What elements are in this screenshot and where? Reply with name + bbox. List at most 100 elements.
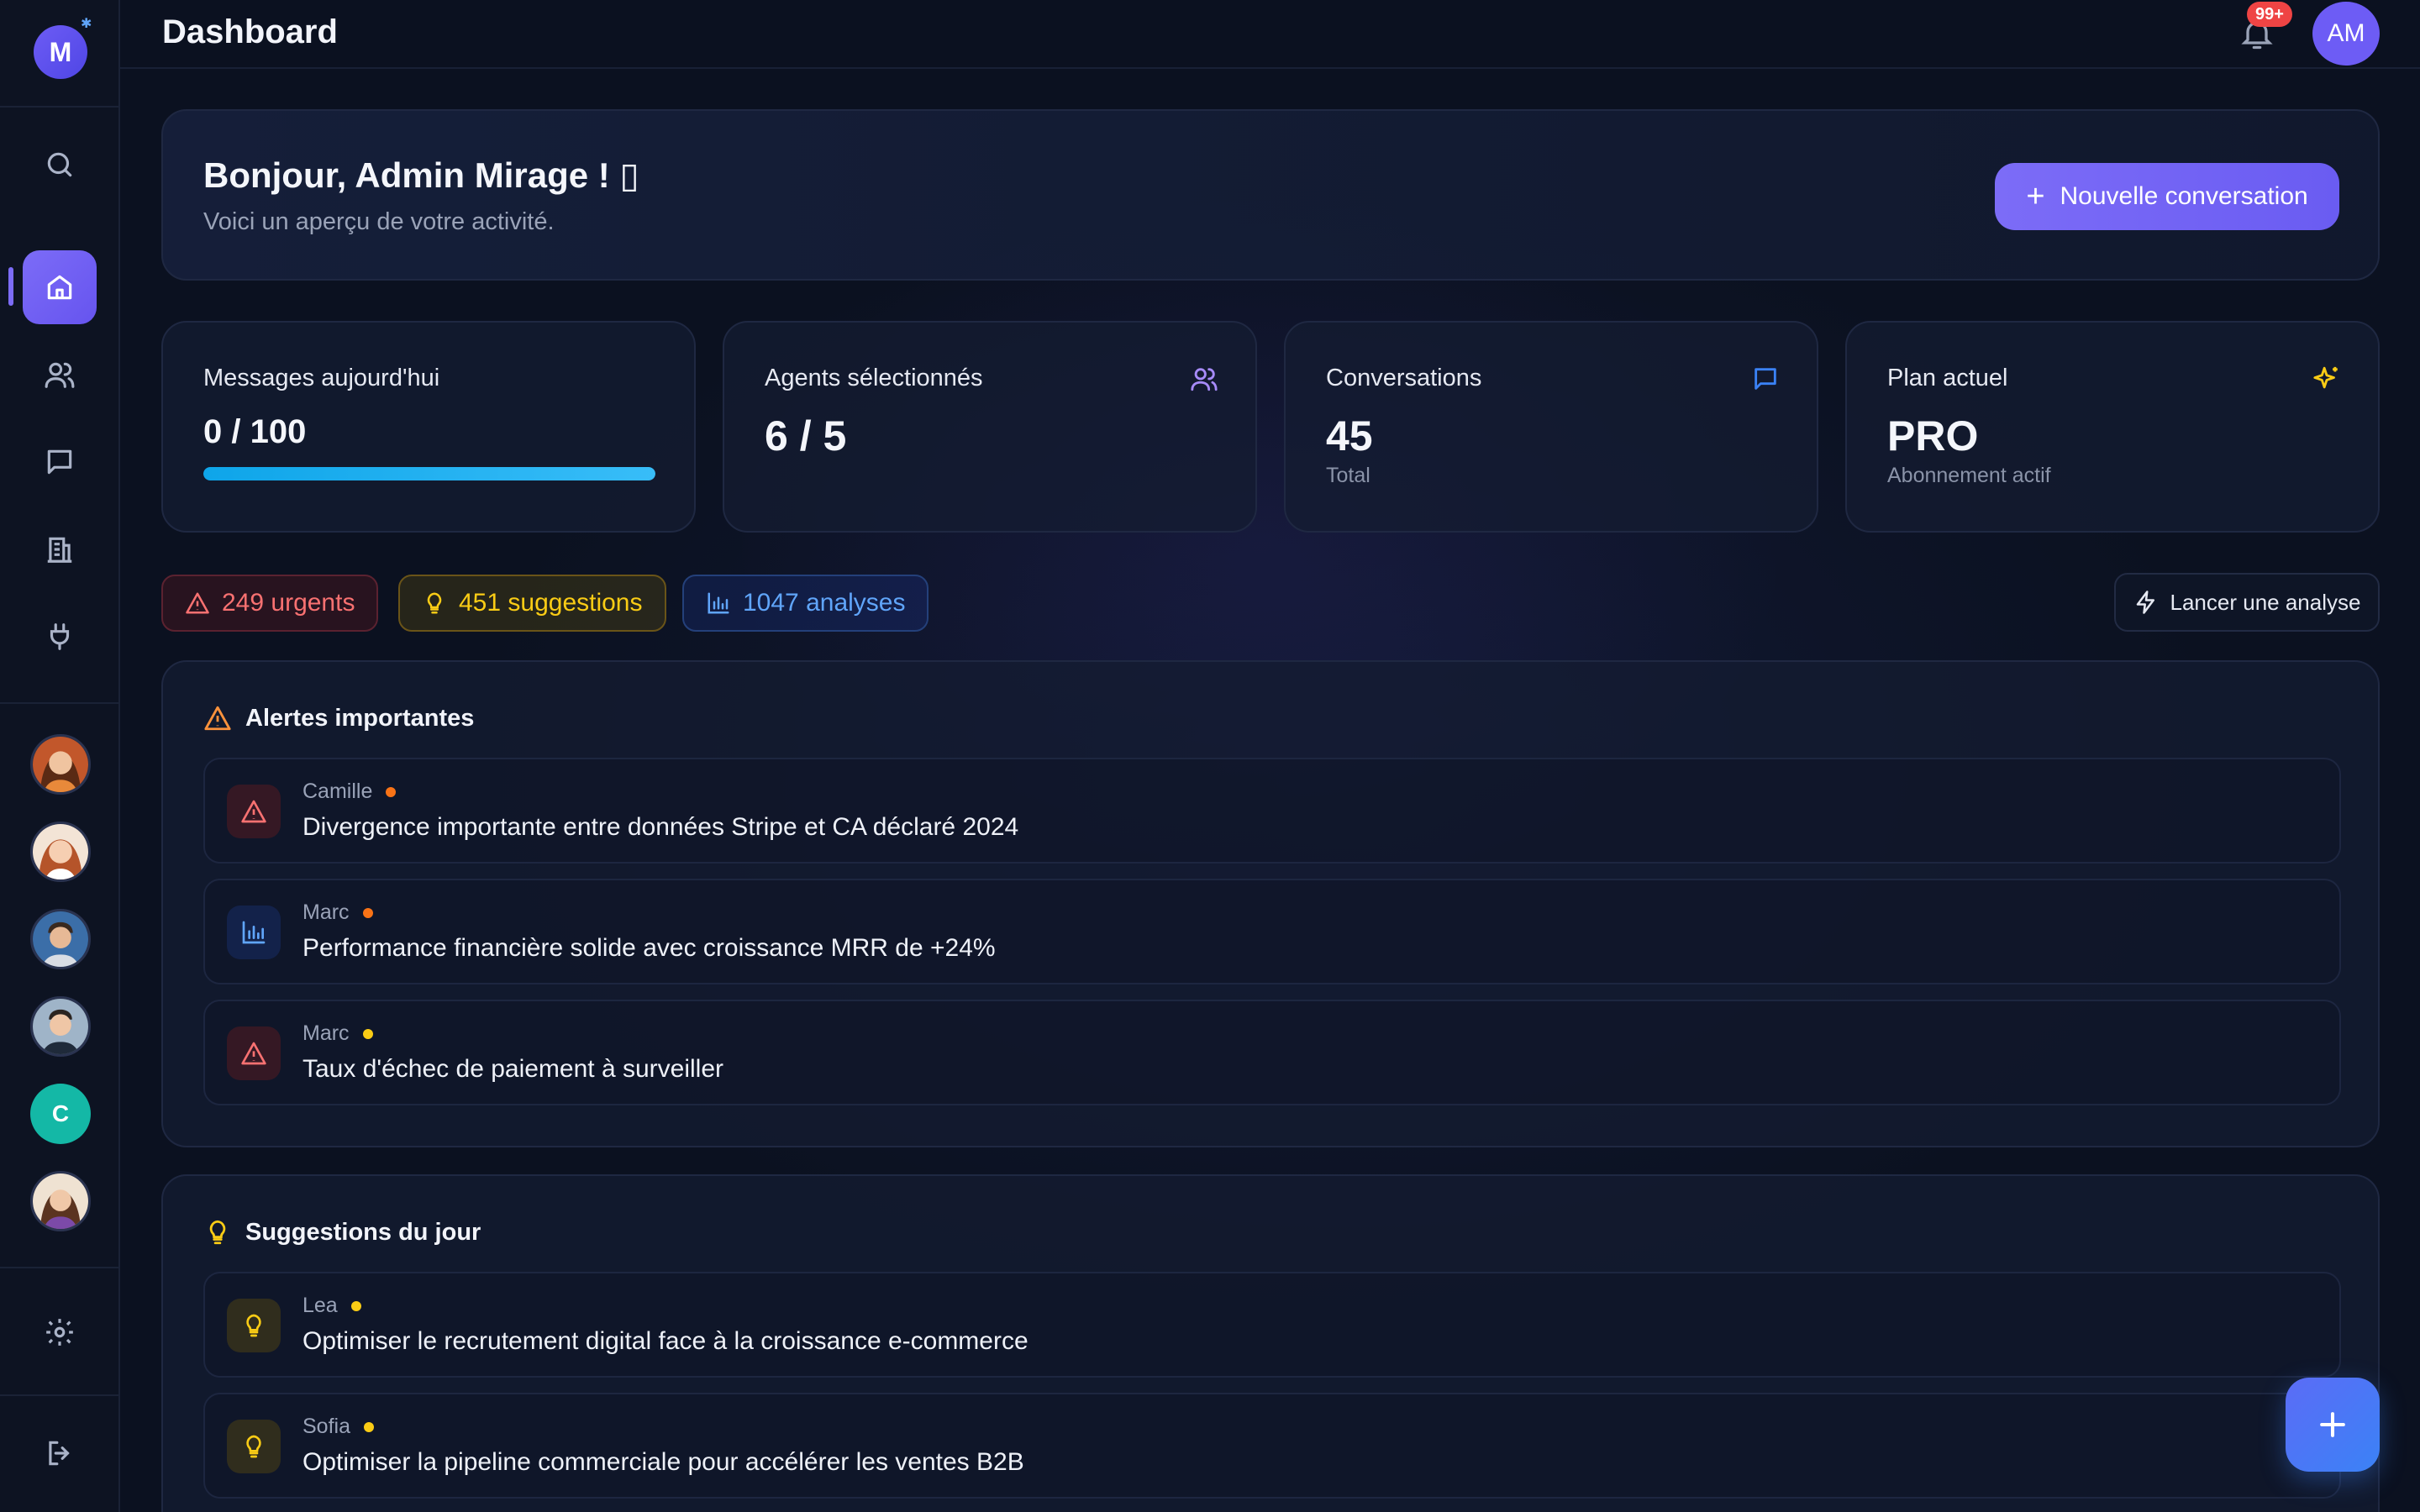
alert-author: Marc xyxy=(302,1021,373,1046)
stat-value: 0 / 100 xyxy=(203,413,307,450)
urgent-pill[interactable]: 249 urgents xyxy=(161,575,379,632)
suggestion-author: Sofia xyxy=(302,1415,374,1439)
alert-author: Marc xyxy=(302,900,373,925)
lightbulb-icon xyxy=(427,592,442,614)
suggestion-item[interactable]: Lea Optimiser le recrutement digital fac… xyxy=(203,1272,2341,1378)
gear-icon xyxy=(46,1319,73,1346)
logout-icon xyxy=(49,1441,70,1466)
plus-icon: + xyxy=(2026,178,2045,214)
users-icon xyxy=(1190,365,1218,393)
status-dot xyxy=(362,907,373,918)
author-name: Sofia xyxy=(302,1415,350,1438)
stat-label: Agents sélectionnés xyxy=(765,365,983,391)
status-dot xyxy=(363,1421,374,1432)
agent-avatar-image xyxy=(33,824,88,879)
warning-icon xyxy=(186,592,209,614)
sidebar-divider xyxy=(0,1267,118,1268)
stat-card-agents: Agents sélectionnés 6 / 5 xyxy=(723,321,1257,533)
progress-fill xyxy=(203,467,655,480)
author-name: Marc xyxy=(302,1021,350,1045)
sparkles-icon xyxy=(2312,365,2341,393)
agent-avatar[interactable] xyxy=(30,909,91,969)
author-name: Marc xyxy=(302,900,350,924)
active-indicator xyxy=(8,267,13,306)
stat-label: Conversations xyxy=(1326,365,1482,391)
stat-value: 45 xyxy=(1326,412,1373,459)
stat-card-plan: Plan actuel PRO Abonnement actif xyxy=(1845,321,2380,533)
stat-label: Messages aujourd'hui xyxy=(203,365,440,391)
alert-text: Taux d'échec de paiement à surveiller xyxy=(302,1055,724,1083)
suggestion-text: Optimiser la pipeline commerciale pour a… xyxy=(302,1448,1024,1476)
home-icon xyxy=(47,275,72,300)
author-name: Camille xyxy=(302,780,373,803)
suggestion-author: Lea xyxy=(302,1294,361,1318)
stat-label: Plan actuel xyxy=(1887,365,2008,391)
sidebar-search[interactable] xyxy=(23,128,97,202)
agent-avatar[interactable] xyxy=(30,822,91,882)
plus-icon xyxy=(2320,1412,2345,1437)
lightbulb-icon xyxy=(227,1420,281,1473)
sidebar-item-company[interactable] xyxy=(23,512,97,586)
bar-chart-icon xyxy=(227,906,281,959)
sidebar-item-home[interactable] xyxy=(23,250,97,324)
sidebar-divider xyxy=(0,702,118,704)
alert-author: Camille xyxy=(302,780,397,804)
author-name: Lea xyxy=(302,1294,338,1317)
alert-item[interactable]: Marc Taux d'échec de paiement à surveill… xyxy=(203,1000,2341,1105)
warning-icon xyxy=(227,1026,281,1080)
status-dot xyxy=(350,1300,361,1311)
avatar-letter: C xyxy=(51,1100,70,1126)
message-icon xyxy=(47,449,72,475)
suggestions-section: Suggestions du jour Lea Optimiser le rec… xyxy=(161,1174,2380,1512)
bar-chart-icon xyxy=(708,592,729,614)
analyses-count: 1047 analyses xyxy=(743,589,906,617)
launch-analysis-button[interactable]: Lancer une analyse xyxy=(2114,573,2380,632)
stat-value: PRO xyxy=(1887,412,1979,459)
alerts-title: Alertes importantes xyxy=(245,704,475,732)
stat-sub: Total xyxy=(1326,464,1370,487)
search-icon xyxy=(47,152,72,177)
alert-text: Divergence importante entre données Stri… xyxy=(302,813,1019,841)
section-title: Suggestions du jour xyxy=(203,1218,481,1247)
agent-avatar-image xyxy=(33,999,88,1054)
users-icon xyxy=(45,362,75,388)
alert-text: Performance financière solide avec crois… xyxy=(302,934,996,962)
sidebar-item-messages[interactable] xyxy=(23,425,97,499)
alert-item[interactable]: Marc Performance financière solide avec … xyxy=(203,879,2341,984)
user-avatar[interactable]: AM xyxy=(2312,2,2380,66)
sidebar-logout[interactable] xyxy=(23,1416,97,1490)
agent-avatar[interactable] xyxy=(30,996,91,1057)
suggestions-title: Suggestions du jour xyxy=(245,1218,481,1246)
topbar: Dashboard xyxy=(120,0,2420,69)
sidebar-item-integrations[interactable] xyxy=(23,600,97,674)
suggestions-pill[interactable]: 451 suggestions xyxy=(398,575,666,632)
agent-avatar-letter[interactable]: C xyxy=(30,1084,91,1144)
floating-add-button[interactable] xyxy=(2286,1378,2380,1472)
agent-avatar[interactable] xyxy=(30,734,91,795)
agent-avatar-image xyxy=(33,1173,88,1229)
agent-avatar[interactable] xyxy=(30,1171,91,1231)
sidebar-item-users[interactable] xyxy=(23,338,97,412)
agent-avatar-image xyxy=(33,911,88,967)
suggestion-item[interactable]: Sofia Optimiser la pipeline commerciale … xyxy=(203,1393,2341,1499)
alert-item[interactable]: Camille Divergence importante entre donn… xyxy=(203,758,2341,864)
section-title: Alertes importantes xyxy=(203,704,474,732)
building-icon xyxy=(47,537,72,563)
messages-progress-bar xyxy=(203,467,655,480)
plug-icon xyxy=(50,623,70,650)
analyses-pill[interactable]: 1047 analyses xyxy=(682,575,929,632)
sidebar-settings[interactable] xyxy=(23,1295,97,1369)
message-icon xyxy=(1751,365,1780,393)
new-conversation-button[interactable]: + Nouvelle conversation xyxy=(1995,163,2339,230)
app-logo[interactable]: M xyxy=(34,25,87,79)
launch-analysis-label: Lancer une analyse xyxy=(2170,589,2361,615)
warning-icon xyxy=(204,706,231,731)
agent-avatar-image xyxy=(33,737,88,792)
status-dot xyxy=(362,1028,373,1039)
sidebar-divider xyxy=(0,106,118,108)
warning-icon xyxy=(227,785,281,838)
stat-card-conversations: Conversations 45 Total xyxy=(1284,321,1818,533)
status-dot xyxy=(386,786,397,797)
sidebar-divider xyxy=(0,1394,118,1396)
page-title: Dashboard xyxy=(162,13,338,50)
